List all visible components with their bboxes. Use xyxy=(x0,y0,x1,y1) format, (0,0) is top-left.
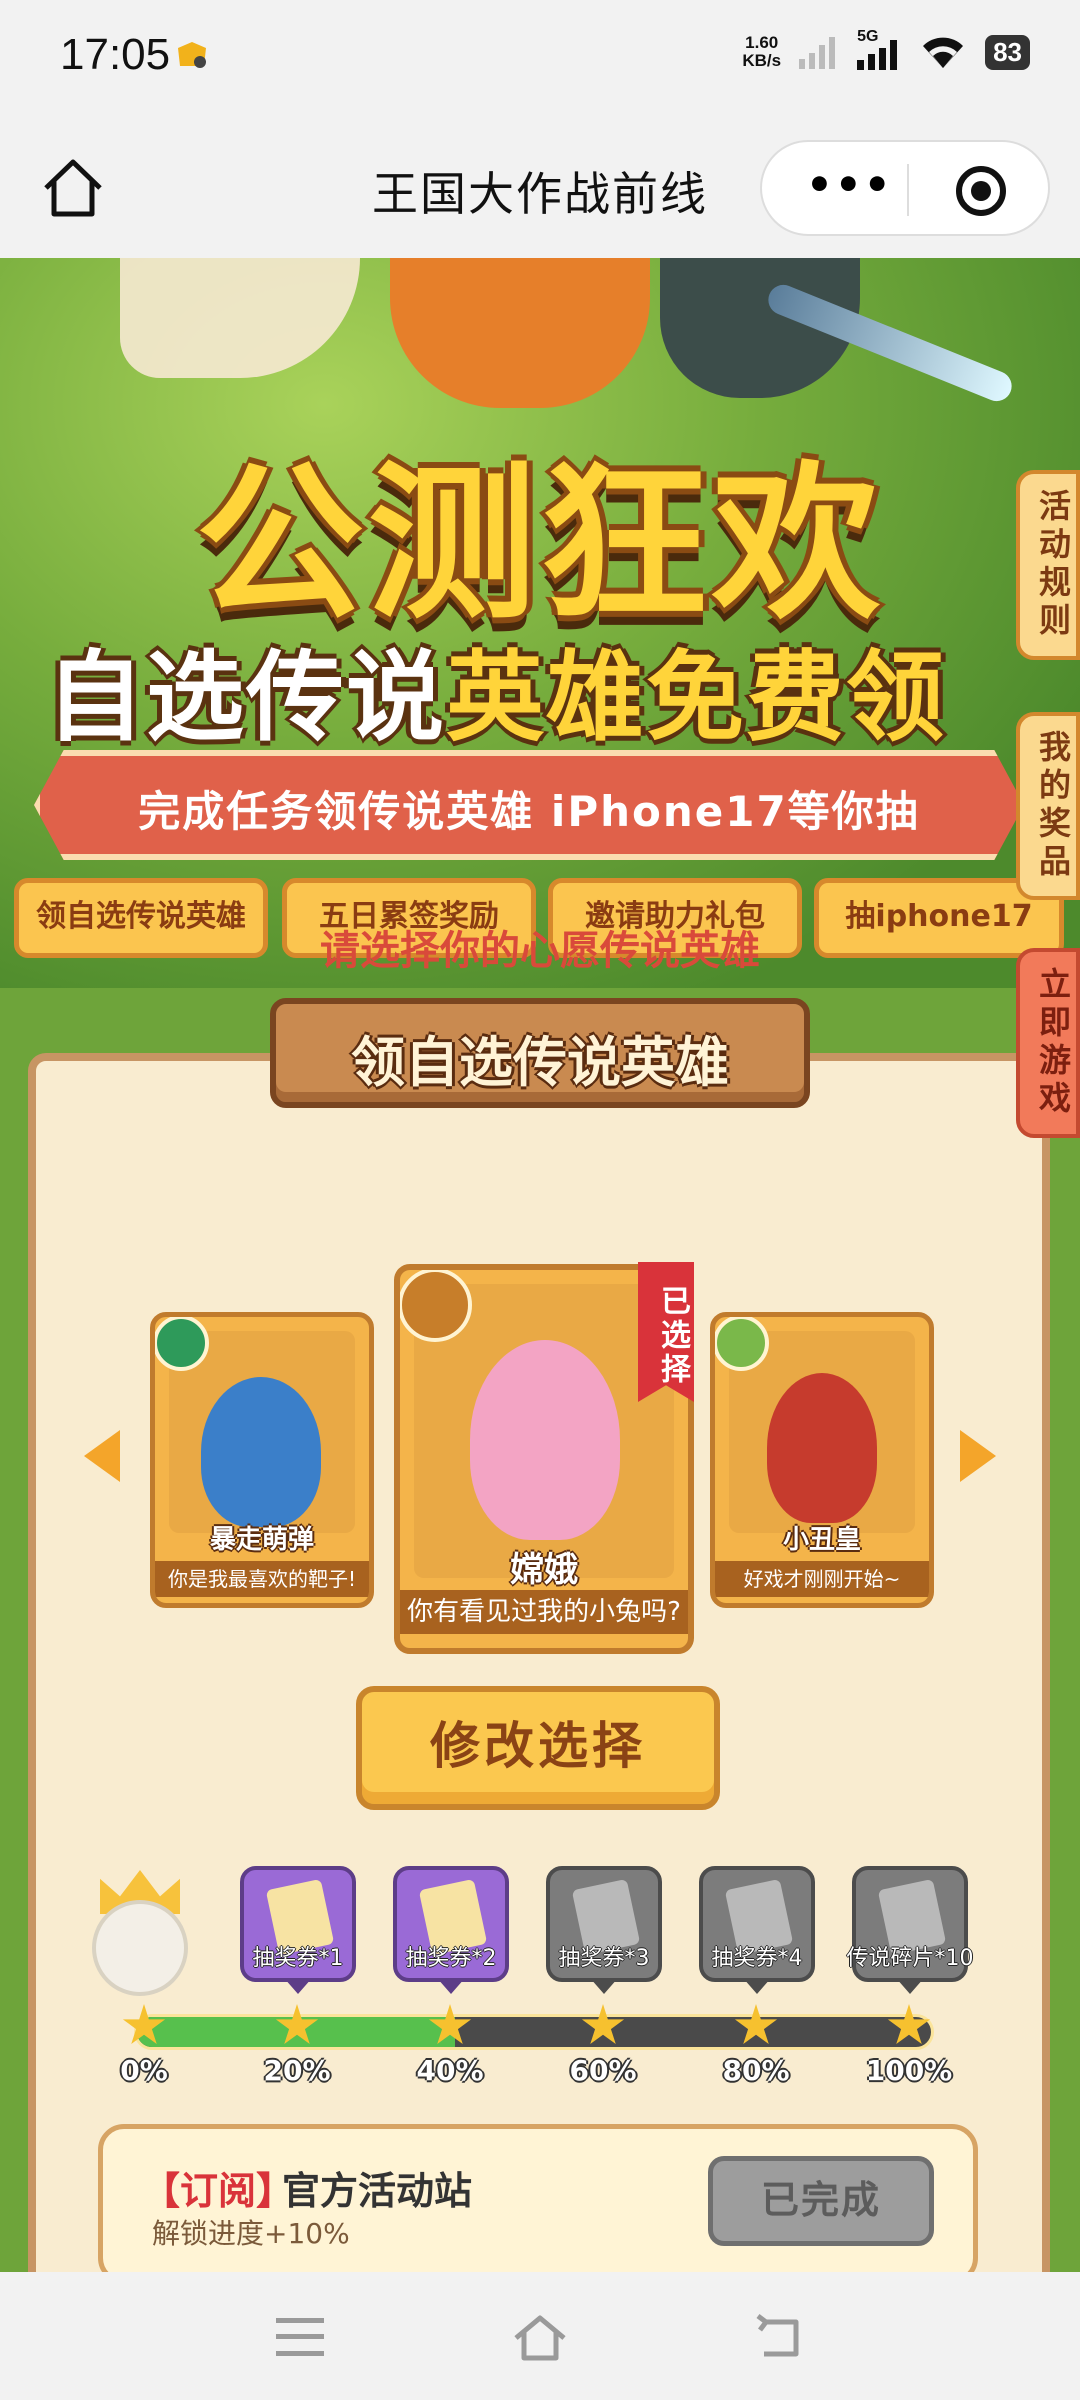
hero-card[interactable]: 暴走萌弹 你是我最喜欢的靶子! xyxy=(150,1312,374,1608)
task-tag: 【订阅】 xyxy=(142,2169,295,2213)
play-now-button[interactable]: 立即游戏 xyxy=(1016,948,1080,1138)
event-banner: 公测狂欢 自选传说英雄免费领 完成任务领传说英雄 iPhone17等你抽 领自选… xyxy=(0,258,1080,988)
signal-weak-icon xyxy=(799,37,836,69)
progress-mark: 60% xyxy=(569,2054,637,2087)
menu-icon[interactable] xyxy=(276,2318,324,2356)
reward-ticket-3[interactable]: 抽奖券*3 xyxy=(546,1866,662,1982)
reward-pointer xyxy=(590,1978,618,1994)
clock: 17:05 xyxy=(60,30,171,79)
hero-quote: 你是我最喜欢的靶子! xyxy=(155,1561,369,1597)
hero-quote: 好戏才刚刚开始~ xyxy=(715,1561,929,1597)
banner-ribbon-text: 完成任务领传说英雄 iPhone17等你抽 xyxy=(138,787,920,836)
system-nav-bar xyxy=(0,2272,1080,2400)
next-arrow-icon[interactable] xyxy=(960,1430,996,1482)
guardian-class-icon xyxy=(400,1270,472,1342)
capsule-menu: ••• xyxy=(760,140,1050,236)
app-notification-icon xyxy=(178,42,206,68)
more-icon[interactable]: ••• xyxy=(806,160,893,209)
selected-tag: 已选择 xyxy=(638,1262,694,1402)
capsule-divider xyxy=(907,164,909,216)
reward-legend-shard[interactable]: 传说碎片*10 xyxy=(847,1866,974,1982)
reward-ticket-1[interactable]: 抽奖券*1 xyxy=(240,1866,356,1982)
progress-mark: 20% xyxy=(263,2054,331,2087)
banner-character-left xyxy=(120,258,360,378)
status-bar: 17:05 1.60 KB/s 5G 83 xyxy=(0,0,1080,118)
task-subtitle: 解锁进度+10% xyxy=(152,2217,350,2250)
avatar xyxy=(92,1900,188,1996)
progress-track xyxy=(134,2014,934,2050)
signal-5g-icon: 5G xyxy=(857,28,901,72)
nav-bar: 王国大作战前线 ••• xyxy=(0,118,1080,258)
hero-name: 嫦娥 xyxy=(510,1550,578,1590)
hero-name: 暴走萌弹 xyxy=(209,1525,314,1555)
hero-portrait xyxy=(767,1373,877,1523)
reward-label: 抽奖券*1 xyxy=(252,1946,344,1971)
close-miniprogram-icon[interactable] xyxy=(956,166,1006,216)
reward-ticket-2[interactable]: 抽奖券*2 xyxy=(393,1866,509,1982)
battery-level: 83 xyxy=(985,34,1030,70)
prev-arrow-icon[interactable] xyxy=(84,1430,120,1482)
task-done-button[interactable]: 已完成 xyxy=(708,2156,934,2246)
banner-headline: 公测狂欢 xyxy=(196,446,884,642)
task-title: 官方活动站 xyxy=(282,2169,473,2213)
banner-character-center xyxy=(390,258,650,408)
reward-pointer xyxy=(743,1978,771,1994)
hero-prompt: 请选择你的心愿传说英雄 xyxy=(320,928,760,974)
back-icon[interactable] xyxy=(756,2312,806,2362)
reward-label: 抽奖券*3 xyxy=(558,1946,650,1971)
progress-mark: 100% xyxy=(865,2054,953,2087)
archer-class-icon xyxy=(155,1317,209,1371)
my-prizes-button[interactable]: 我的奖品 xyxy=(1016,712,1080,900)
hero-card[interactable]: 小丑皇 好戏才刚刚开始~ xyxy=(710,1312,934,1608)
hero-select-panel xyxy=(28,1053,1050,2272)
reward-label: 抽奖券*4 xyxy=(711,1946,803,1971)
net-speed: 1.60 KB/s xyxy=(742,33,782,70)
reward-pointer xyxy=(896,1978,924,1994)
skull-class-icon xyxy=(715,1317,769,1371)
section-title: 领自选传说英雄 xyxy=(351,1031,729,1094)
progress-mark: 80% xyxy=(722,2054,790,2087)
hero-name: 小丑皇 xyxy=(782,1525,861,1555)
reward-ticket-4[interactable]: 抽奖券*4 xyxy=(699,1866,815,1982)
banner-subline: 自选传说英雄免费领 xyxy=(46,641,947,755)
reward-pointer xyxy=(437,1978,465,1994)
hero-quote: 你有看见过我的小兔吗? xyxy=(400,1590,688,1634)
modify-selection-button[interactable]: 修改选择 xyxy=(356,1686,720,1810)
reward-pointer xyxy=(284,1978,312,1994)
progress-mark: 0% xyxy=(120,2054,168,2087)
reward-label: 抽奖券*2 xyxy=(405,1946,497,1971)
hero-portrait xyxy=(470,1340,620,1540)
rules-button[interactable]: 活动规则 xyxy=(1016,470,1080,660)
hero-portrait xyxy=(201,1377,321,1527)
reward-label: 传说碎片*10 xyxy=(846,1946,974,1971)
home-nav-icon[interactable] xyxy=(512,2312,568,2362)
wifi-icon xyxy=(923,37,964,68)
progress-mark: 40% xyxy=(416,2054,484,2087)
